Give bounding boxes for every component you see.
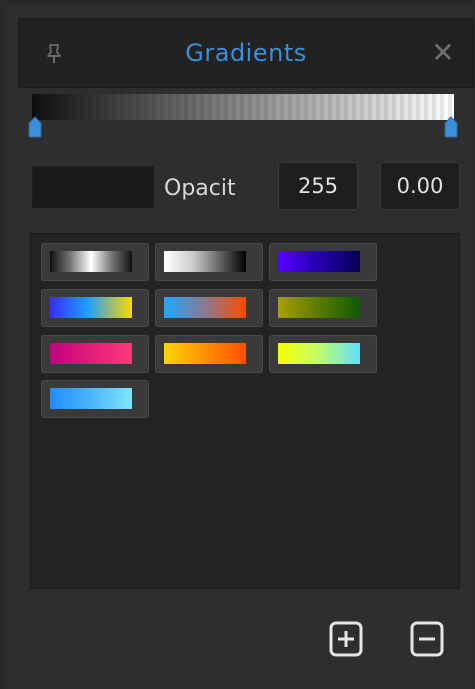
preset-swatch xyxy=(50,388,132,409)
preset-blue-to-orange[interactable] xyxy=(155,289,263,327)
close-icon[interactable]: ✕ xyxy=(431,39,455,67)
preset-blue-to-light-cyan[interactable] xyxy=(41,380,149,418)
gradient-preset-library xyxy=(30,233,460,589)
minus-square-icon[interactable] xyxy=(410,621,444,657)
preset-swatch xyxy=(50,297,132,318)
preset-chrome-dark[interactable] xyxy=(41,243,149,281)
gradient-stop-left[interactable] xyxy=(28,116,42,138)
opacity-field[interactable]: 255 xyxy=(278,162,358,210)
preset-swatch xyxy=(278,297,360,318)
preset-white-to-black[interactable] xyxy=(155,243,263,281)
preset-swatch xyxy=(164,251,246,272)
preset-swatch xyxy=(50,251,132,272)
opacity-label: Opacit xyxy=(164,176,236,201)
plus-square-icon[interactable] xyxy=(329,621,363,657)
preset-blue-to-yellow[interactable] xyxy=(41,289,149,327)
gradient-preview-bar[interactable] xyxy=(32,94,454,120)
preset-swatch xyxy=(278,343,360,364)
panel-titlebar: Gradients ✕ xyxy=(18,18,474,88)
stop-position-field[interactable]: 0.00 xyxy=(380,162,460,210)
panel-title: Gradients xyxy=(185,39,307,67)
preset-swatch xyxy=(50,343,132,364)
preset-yellow-to-cyan[interactable] xyxy=(269,335,377,373)
preset-swatch xyxy=(278,251,360,272)
preset-swatch xyxy=(164,343,246,364)
preset-yellow-to-orange[interactable] xyxy=(155,335,263,373)
preset-magenta-to-pink[interactable] xyxy=(41,335,149,373)
stop-color-swatch[interactable] xyxy=(32,166,154,208)
preset-violet-to-navy[interactable] xyxy=(269,243,377,281)
preset-olive-to-green[interactable] xyxy=(269,289,377,327)
preset-swatch xyxy=(164,297,246,318)
gradient-stop-right[interactable] xyxy=(444,116,458,138)
